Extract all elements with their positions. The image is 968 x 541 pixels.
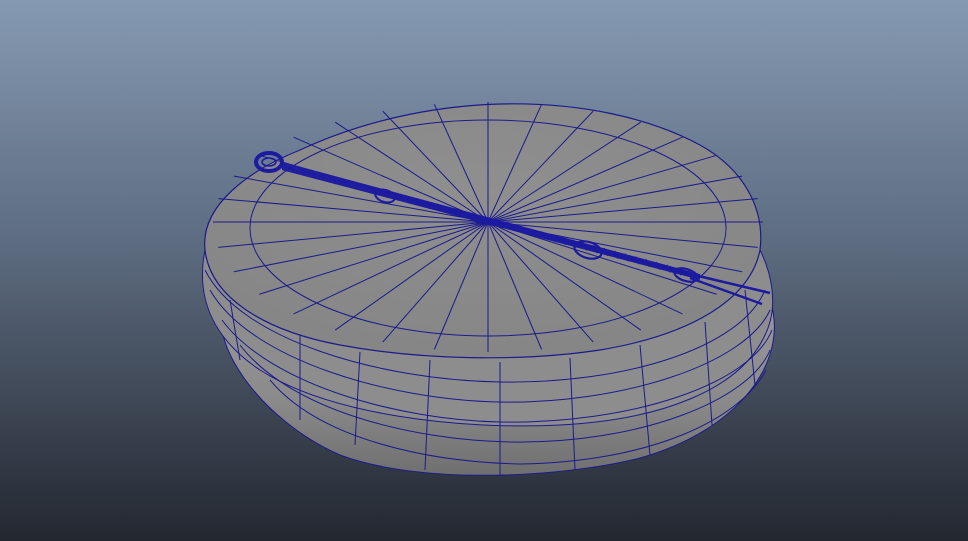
plate-mesh[interactable] — [201, 102, 775, 476]
3d-viewport[interactable] — [0, 0, 968, 541]
viewport-canvas[interactable] — [0, 0, 968, 541]
